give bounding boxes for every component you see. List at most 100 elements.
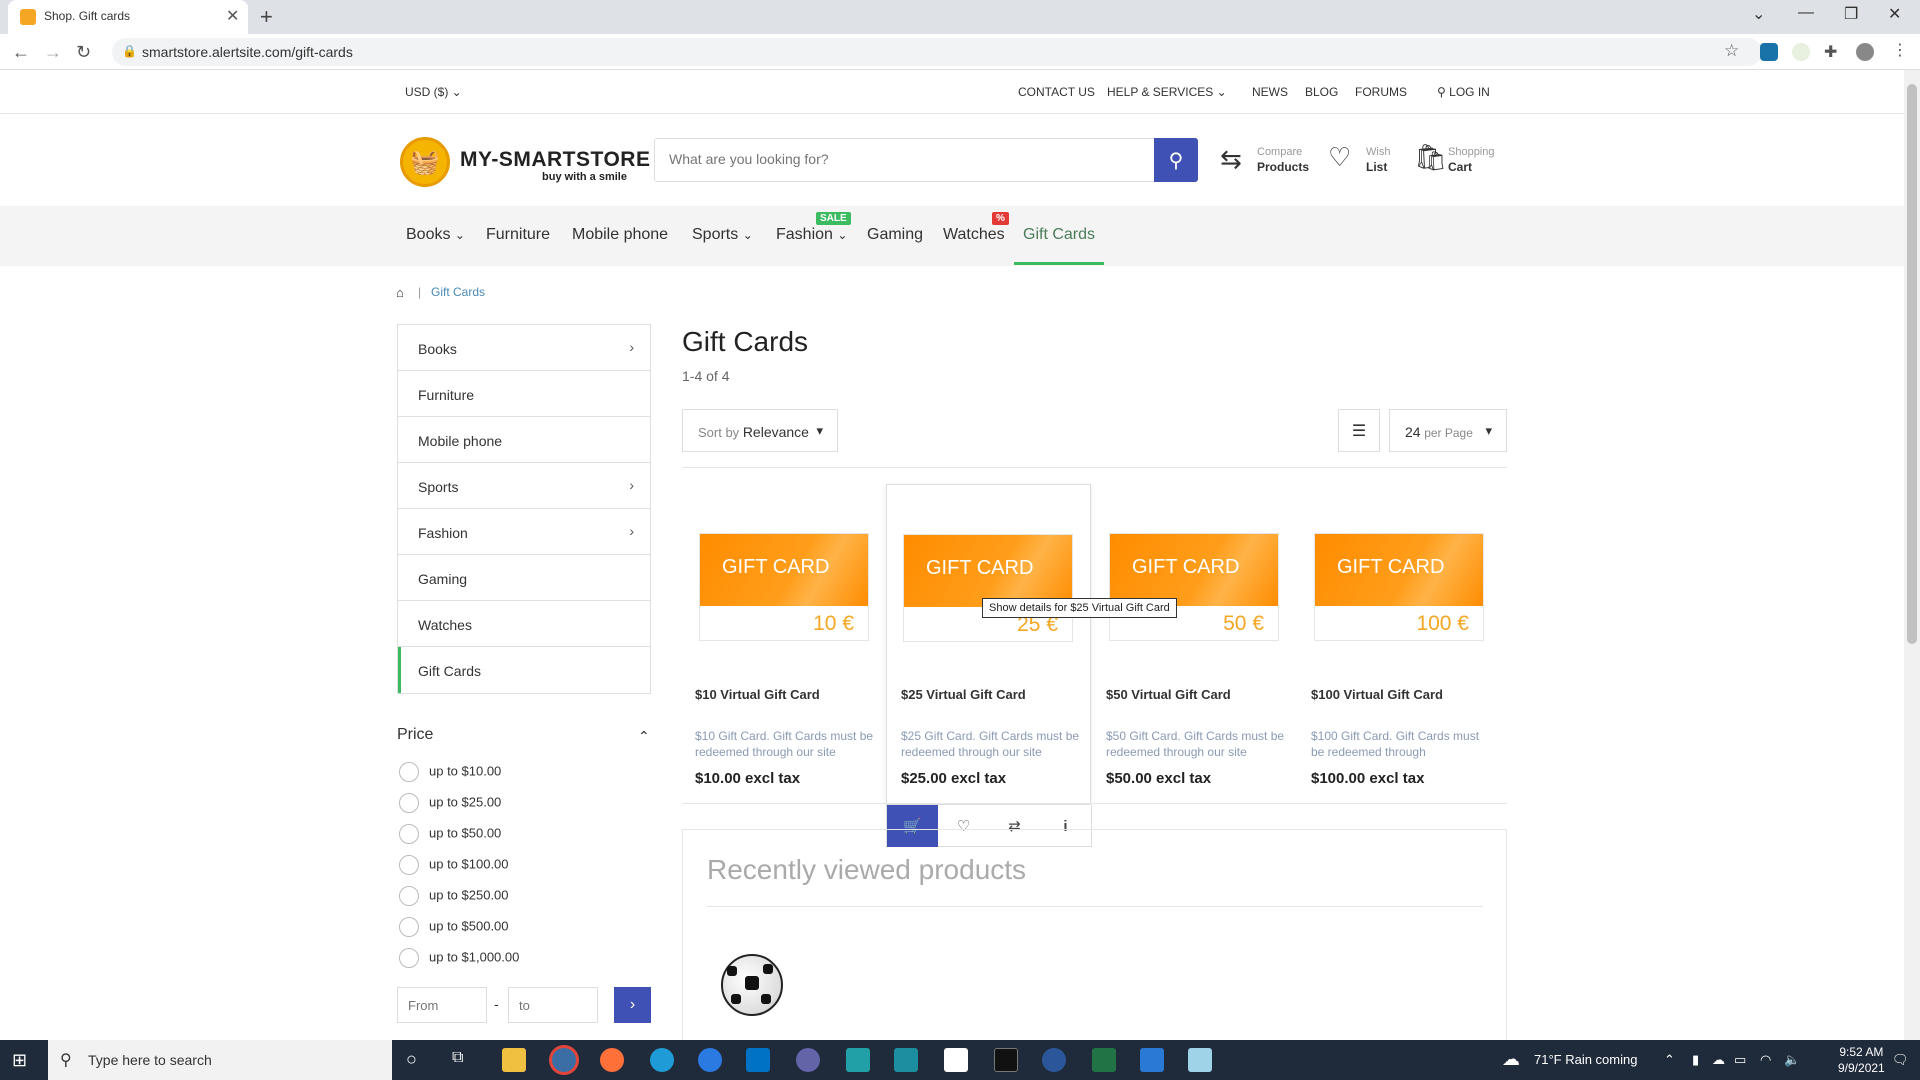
- window-app-icon[interactable]: [944, 1048, 968, 1072]
- chevron-up-icon[interactable]: ⌃: [638, 728, 650, 745]
- blog-link[interactable]: BLOG: [1305, 85, 1338, 99]
- radio-button[interactable]: [399, 762, 419, 782]
- cortana-icon[interactable]: ○: [406, 1049, 417, 1070]
- gift-card-image[interactable]: GIFT CARD 50 €: [1109, 533, 1279, 641]
- product-name[interactable]: $10 Virtual Gift Card: [695, 687, 820, 702]
- chrome-icon[interactable]: [552, 1048, 576, 1072]
- minimize-icon[interactable]: —: [1798, 4, 1814, 22]
- firefox-icon[interactable]: [600, 1048, 624, 1072]
- nav-item-fashion[interactable]: Fashion ⌄: [776, 226, 847, 244]
- price-option[interactable]: up to $1,000.00: [399, 948, 519, 968]
- sidebar-item-watches[interactable]: Watches: [398, 601, 650, 647]
- nav-item-gaming[interactable]: Gaming: [867, 226, 923, 244]
- logo-name[interactable]: MY-SMARTSTORE: [460, 148, 650, 172]
- product-name[interactable]: $50 Virtual Gift Card: [1106, 687, 1231, 702]
- word-icon[interactable]: [1042, 1048, 1066, 1072]
- taskbar-search[interactable]: ⚲ Type here to search: [48, 1040, 392, 1080]
- new-tab-icon[interactable]: +: [260, 4, 273, 30]
- price-from-field[interactable]: [397, 987, 487, 1023]
- apply-price-button[interactable]: ›: [614, 987, 651, 1023]
- slack-icon[interactable]: [796, 1048, 820, 1072]
- search-button[interactable]: ⚲: [1154, 138, 1198, 182]
- terminal-icon[interactable]: [994, 1048, 1018, 1072]
- nav-item-sports[interactable]: Sports ⌄: [692, 226, 753, 244]
- file-explorer-icon[interactable]: [502, 1048, 526, 1072]
- profile-icon[interactable]: [1856, 43, 1874, 61]
- soccer-ball-product-image[interactable]: [721, 954, 783, 1016]
- product-name[interactable]: $100 Virtual Gift Card: [1311, 687, 1443, 702]
- sidebar-item-gift-cards[interactable]: Gift Cards: [398, 647, 650, 693]
- gift-card-image[interactable]: GIFT CARD 100 €: [1314, 533, 1484, 641]
- price-option[interactable]: up to $25.00: [399, 793, 501, 813]
- gift-card-image[interactable]: GIFT CARD 25 €: [903, 534, 1073, 642]
- sidebar-item-fashion[interactable]: Fashion ›: [398, 509, 650, 555]
- currency-selector[interactable]: USD ($) ⌄: [405, 85, 462, 99]
- sidebar-item-sports[interactable]: Sports ›: [398, 463, 650, 509]
- product-card[interactable]: GIFT CARD 100 € $100 Virtual Gift Card $…: [1295, 485, 1500, 805]
- product-card[interactable]: GIFT CARD 10 € $10 Virtual Gift Card $10…: [682, 485, 887, 805]
- nav-item-mobile-phone[interactable]: Mobile phone: [572, 226, 668, 244]
- extension-icon[interactable]: [1760, 43, 1778, 61]
- nav-item-books[interactable]: Books ⌄: [406, 226, 465, 244]
- radio-button[interactable]: [399, 793, 419, 813]
- search-input[interactable]: [669, 151, 1129, 167]
- radio-button[interactable]: [399, 886, 419, 906]
- nav-item-furniture[interactable]: Furniture: [486, 226, 550, 244]
- sort-dropdown[interactable]: Sort by Relevance ▾: [682, 409, 838, 452]
- breadcrumb-current[interactable]: Gift Cards: [431, 285, 485, 299]
- media-player-icon[interactable]: [1140, 1048, 1164, 1072]
- forums-link[interactable]: FORUMS: [1355, 85, 1407, 99]
- windows-start-icon[interactable]: ⊞: [12, 1050, 27, 1071]
- menu-dots-icon[interactable]: ⋮: [1892, 40, 1908, 60]
- internet-explorer-icon[interactable]: [698, 1048, 722, 1072]
- notification-icon[interactable]: 🗨: [1892, 1052, 1909, 1068]
- gift-card-image[interactable]: GIFT CARD 10 €: [699, 533, 869, 641]
- app-icon[interactable]: [846, 1048, 870, 1072]
- back-icon[interactable]: ←: [12, 42, 30, 63]
- logo-basket-icon[interactable]: 🧺: [400, 137, 450, 187]
- news-link[interactable]: NEWS: [1252, 85, 1288, 99]
- tab-search-icon[interactable]: ⌄: [1752, 4, 1765, 24]
- price-option[interactable]: up to $10.00: [399, 762, 501, 782]
- bookmark-star-icon[interactable]: ☆: [1724, 41, 1739, 61]
- puzzle-icon[interactable]: ✚: [1824, 42, 1837, 62]
- per-page-dropdown[interactable]: 24 per Page ▾: [1389, 409, 1507, 452]
- help-services-menu[interactable]: HELP & SERVICES ⌄: [1107, 85, 1227, 99]
- volume-icon[interactable]: 🔈: [1784, 1052, 1800, 1068]
- wifi-icon[interactable]: ◠: [1760, 1052, 1771, 1068]
- edge-icon[interactable]: [650, 1048, 674, 1072]
- home-icon[interactable]: ⌂: [396, 285, 404, 300]
- lock-icon[interactable]: 🔒: [122, 44, 137, 58]
- product-name[interactable]: $25 Virtual Gift Card: [901, 687, 1026, 702]
- product-card[interactable]: GIFT CARD 50 € $50 Virtual Gift Card $50…: [1090, 485, 1295, 805]
- radio-button[interactable]: [399, 948, 419, 968]
- app-icon[interactable]: [894, 1048, 918, 1072]
- close-window-icon[interactable]: ✕: [1888, 4, 1901, 24]
- outlook-icon[interactable]: [746, 1048, 770, 1072]
- tray-app-icon[interactable]: ▮: [1692, 1052, 1699, 1068]
- scrollbar-thumb[interactable]: [1907, 84, 1917, 644]
- close-tab-icon[interactable]: ✕: [226, 6, 239, 26]
- task-view-icon[interactable]: ⧉: [452, 1049, 463, 1067]
- nav-item-watches[interactable]: Watches: [943, 226, 1005, 244]
- price-to-field[interactable]: [508, 987, 598, 1023]
- excel-icon[interactable]: [1092, 1048, 1116, 1072]
- price-option[interactable]: up to $250.00: [399, 886, 509, 906]
- radio-button[interactable]: [399, 855, 419, 875]
- sidebar-item-books[interactable]: Books ›: [398, 325, 650, 371]
- tray-chevron-up-icon[interactable]: ⌃: [1664, 1052, 1675, 1068]
- nav-item-gift-cards[interactable]: Gift Cards: [1023, 226, 1095, 244]
- extension-icon[interactable]: [1792, 43, 1810, 61]
- login-link[interactable]: ⚲ LOG IN: [1437, 85, 1490, 99]
- price-option[interactable]: up to $100.00: [399, 855, 509, 875]
- weather-cloud-icon[interactable]: ☁: [1502, 1049, 1520, 1070]
- contact-link[interactable]: CONTACT US: [1018, 85, 1095, 99]
- sidebar-item-furniture[interactable]: Furniture: [398, 371, 650, 417]
- sidebar-item-gaming[interactable]: Gaming: [398, 555, 650, 601]
- product-card[interactable]: GIFT CARD 25 € $25 Virtual Gift Card $25…: [886, 484, 1091, 805]
- radio-button[interactable]: [399, 824, 419, 844]
- weather-text[interactable]: 71°F Rain coming: [1534, 1052, 1637, 1067]
- price-option[interactable]: up to $500.00: [399, 917, 509, 937]
- price-option[interactable]: up to $50.00: [399, 824, 501, 844]
- forward-icon[interactable]: →: [44, 42, 62, 63]
